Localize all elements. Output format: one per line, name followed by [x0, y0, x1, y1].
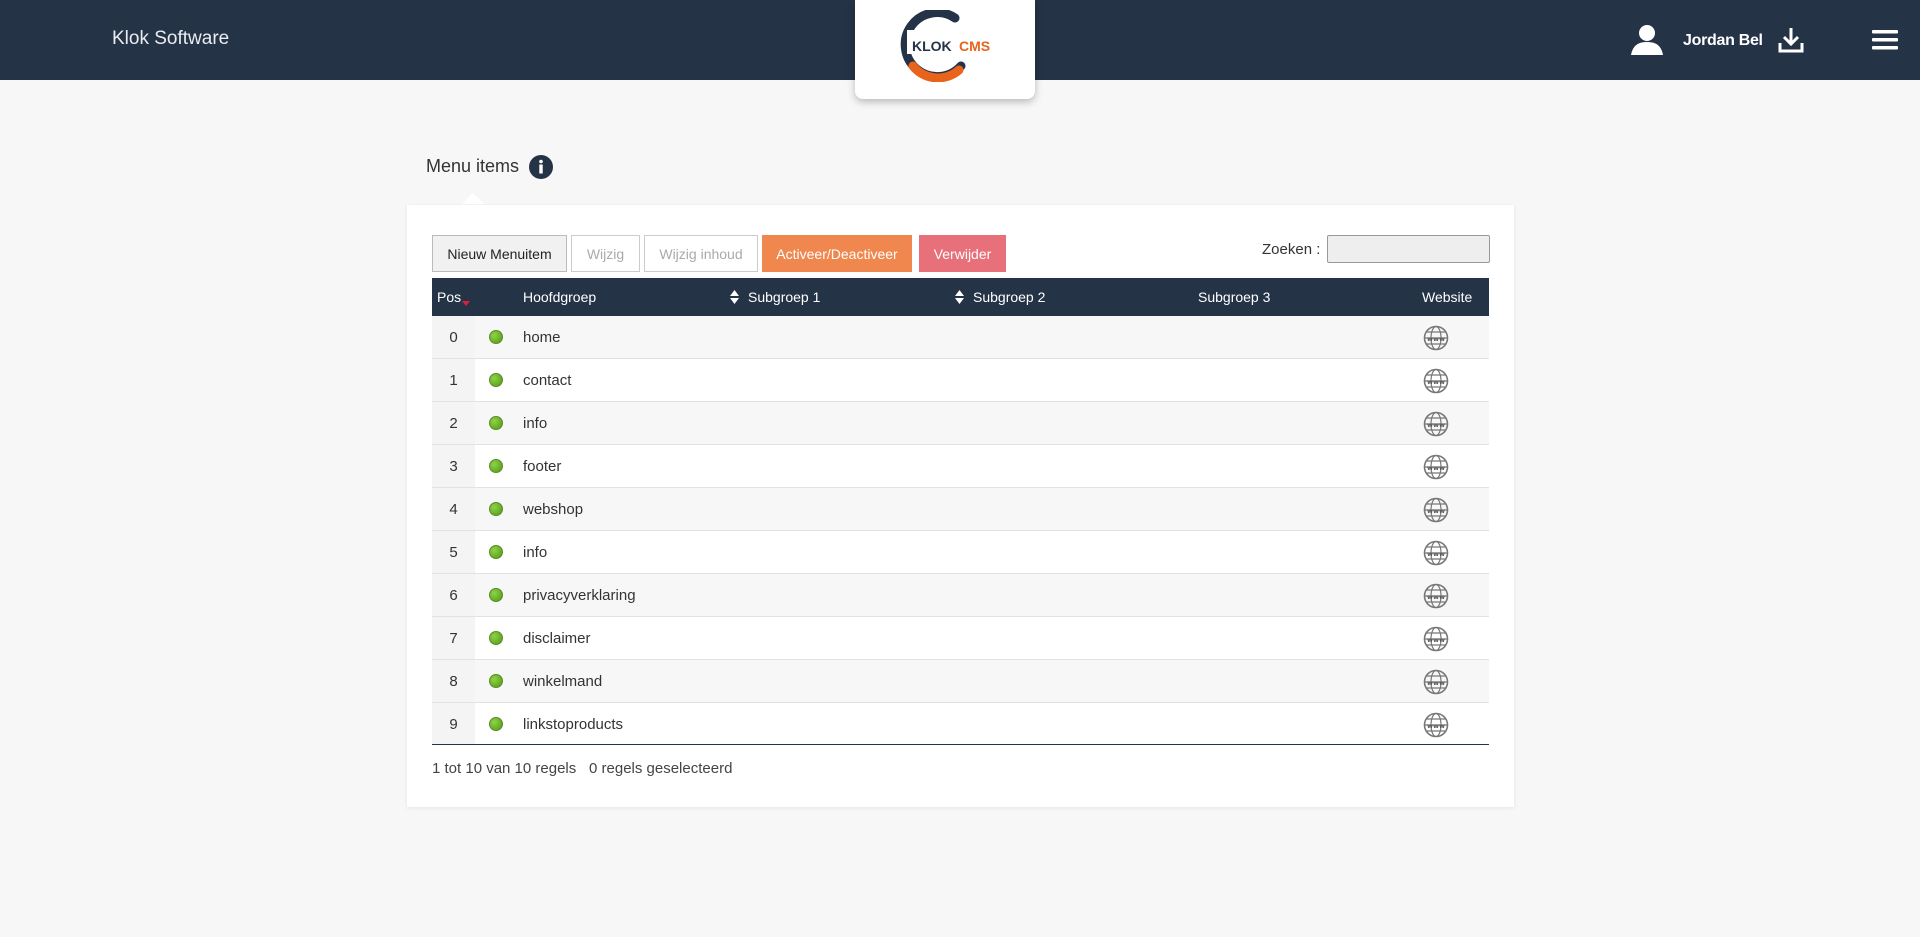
column-header-pos[interactable]: Pos	[437, 289, 461, 305]
sort-arrows-icon[interactable]	[730, 290, 739, 307]
hamburger-menu-icon[interactable]	[1872, 29, 1898, 56]
status-active-icon	[489, 545, 503, 559]
delete-button[interactable]: Verwijder	[919, 235, 1006, 272]
row-main-group: footer	[523, 458, 562, 475]
status-active-icon	[489, 416, 503, 430]
status-active-icon	[489, 717, 503, 731]
row-position: 9	[449, 716, 458, 733]
website-globe-icon[interactable]: www	[1423, 454, 1449, 484]
svg-text:www: www	[1427, 636, 1445, 644]
svg-text:www: www	[1427, 593, 1445, 601]
row-position: 7	[449, 630, 458, 647]
row-main-group: home	[523, 329, 561, 346]
brand-name[interactable]: Klok Software	[112, 28, 229, 50]
website-globe-icon[interactable]: www	[1423, 540, 1449, 570]
download-icon[interactable]	[1778, 26, 1804, 59]
panel-pointer	[462, 193, 484, 204]
website-globe-icon[interactable]: www	[1423, 368, 1449, 398]
status-active-icon	[489, 373, 503, 387]
table-row[interactable]: 9 linkstoproducts www	[432, 703, 1489, 746]
status-active-icon	[489, 459, 503, 473]
website-globe-icon[interactable]: www	[1423, 583, 1449, 613]
website-globe-icon[interactable]: www	[1423, 325, 1449, 355]
search-label: Zoeken :	[1262, 241, 1321, 258]
table-range-info: 1 tot 10 van 10 regels	[432, 760, 577, 777]
row-main-group: privacyverklaring	[523, 587, 636, 604]
row-main-group: contact	[523, 372, 572, 389]
klok-cms-logo[interactable]: KLOK CMS	[855, 0, 1035, 99]
row-position: 3	[449, 458, 458, 475]
website-globe-icon[interactable]: www	[1423, 411, 1449, 441]
row-position: 2	[449, 415, 458, 432]
row-position: 6	[449, 587, 458, 604]
svg-text:www: www	[1427, 507, 1445, 515]
table-row[interactable]: 6 privacyverklaring www	[432, 574, 1489, 617]
table-body: 0 home www 1 contact www 2 info www 3 fo…	[432, 316, 1489, 746]
row-position: 0	[449, 329, 458, 346]
table-row[interactable]: 3 footer www	[432, 445, 1489, 488]
sort-descending-icon	[462, 301, 470, 306]
svg-text:www: www	[1427, 679, 1445, 687]
edit-button[interactable]: Wijzig	[571, 235, 640, 272]
page-title: Menu items	[426, 156, 520, 176]
table-row[interactable]: 4 webshop www	[432, 488, 1489, 531]
row-main-group: webshop	[523, 501, 584, 518]
column-header-subgroup-1[interactable]: Subgroep 1	[748, 289, 820, 305]
row-main-group: info	[523, 415, 548, 432]
table-header: Pos Hoofdgroep Subgroep 1 Subgroep 2 Sub…	[432, 278, 1489, 316]
svg-text:www: www	[1427, 421, 1445, 429]
table-row[interactable]: 0 home www	[432, 316, 1489, 359]
table-row[interactable]: 2 info www	[432, 402, 1489, 445]
column-header-subgroup-3[interactable]: Subgroep 3	[1198, 289, 1270, 305]
edit-content-button[interactable]: Wijzig inhoud	[644, 235, 758, 272]
svg-text:www: www	[1427, 722, 1445, 730]
menu-items-panel: Nieuw Menuitem Wijzig Wijzig inhoud Acti…	[407, 205, 1514, 807]
activate-deactivate-button[interactable]: Activeer/Deactiveer	[762, 235, 912, 272]
logo-text-klok: KLOK	[912, 38, 952, 54]
svg-text:www: www	[1427, 378, 1445, 386]
row-position: 1	[449, 372, 458, 389]
status-active-icon	[489, 502, 503, 516]
table-row[interactable]: 5 info www	[432, 531, 1489, 574]
status-active-icon	[489, 588, 503, 602]
svg-text:www: www	[1427, 335, 1445, 343]
row-main-group: winkelmand	[523, 673, 603, 690]
new-menu-item-button[interactable]: Nieuw Menuitem	[432, 235, 567, 272]
status-active-icon	[489, 330, 503, 344]
top-navigation-bar: Klok Software KLOK CMS Jordan Bel	[0, 0, 1920, 99]
website-globe-icon[interactable]: www	[1423, 712, 1449, 742]
row-position: 8	[449, 673, 458, 690]
website-globe-icon[interactable]: www	[1423, 626, 1449, 656]
table-row[interactable]: 8 winkelmand www	[432, 660, 1489, 703]
svg-text:www: www	[1427, 464, 1445, 472]
table-bottom-border	[432, 744, 1489, 745]
user-icon[interactable]	[1630, 24, 1664, 61]
row-position: 5	[449, 544, 458, 561]
row-position: 4	[449, 501, 458, 518]
column-header-subgroup-2[interactable]: Subgroep 2	[973, 289, 1045, 305]
logo-text-cms: CMS	[959, 38, 991, 54]
info-icon[interactable]	[528, 154, 554, 185]
status-active-icon	[489, 631, 503, 645]
column-header-website[interactable]: Website	[1422, 289, 1472, 305]
sort-arrows-icon[interactable]	[955, 290, 964, 307]
website-globe-icon[interactable]: www	[1423, 497, 1449, 527]
website-globe-icon[interactable]: www	[1423, 669, 1449, 699]
svg-text:www: www	[1427, 550, 1445, 558]
table-row[interactable]: 1 contact www	[432, 359, 1489, 402]
row-main-group: disclaimer	[523, 630, 591, 647]
table-row[interactable]: 7 disclaimer www	[432, 617, 1489, 660]
search-input[interactable]	[1327, 235, 1490, 263]
status-active-icon	[489, 674, 503, 688]
table-selection-info: 0 regels geselecteerd	[589, 760, 733, 777]
row-main-group: linkstoproducts	[523, 716, 624, 733]
row-main-group: info	[523, 544, 548, 561]
column-header-main-group[interactable]: Hoofdgroep	[523, 289, 596, 305]
user-name[interactable]: Jordan Bel	[1683, 32, 1763, 50]
